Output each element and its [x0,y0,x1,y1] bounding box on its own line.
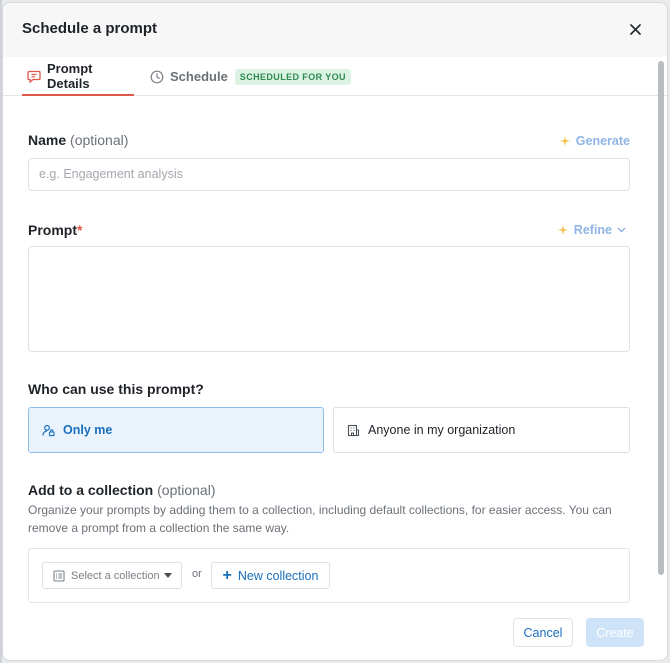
prompt-label: Prompt* [28,222,83,238]
dialog-title: Schedule a prompt [22,20,158,37]
scheduled-badge: SCHEDULED FOR YOU [234,68,351,85]
collection-panel: Select a collection or + New collection [28,548,630,603]
collection-title: Add to a collection (optional) [28,482,216,498]
close-button[interactable] [625,19,645,39]
plus-icon: + [222,566,232,584]
collection-help-text: Organize your prompts by adding them to … [28,503,612,535]
dialog-header: Schedule a prompt [3,3,667,57]
sparkle-icon [557,224,569,236]
prompt-textarea[interactable] [28,246,630,352]
user-lock-icon [42,424,55,437]
scrollbar-thumb[interactable] [658,61,664,575]
option-only-me[interactable]: Only me [28,407,324,453]
create-button[interactable]: Create [586,618,644,647]
option-label: Anyone in my organization [368,423,516,437]
cancel-button[interactable]: Cancel [513,618,573,647]
or-separator: or [192,568,202,580]
chat-icon [27,69,41,83]
collection-select-placeholder: Select a collection [71,569,160,582]
schedule-prompt-dialog: Schedule a prompt Prompt Details Schedul… [2,2,668,661]
generate-button[interactable]: Generate [559,134,630,148]
visibility-title: Who can use this prompt? [28,381,204,397]
name-label: Name (optional) [28,132,129,148]
close-icon [629,23,641,35]
collection-select[interactable]: Select a collection [42,562,182,589]
name-input-placeholder: e.g. Engagement analysis [39,167,183,181]
option-label: Only me [63,423,113,437]
option-organization[interactable]: Anyone in my organization [333,407,630,453]
caret-down-icon [164,573,172,578]
tab-label: Prompt Details [47,60,93,91]
tab-schedule[interactable]: Schedule SCHEDULED FOR YOU [150,57,351,96]
chevron-down-icon [617,227,626,233]
list-icon [53,569,65,582]
tab-label: Schedule [170,69,228,84]
new-collection-button[interactable]: + New collection [211,562,330,589]
name-input[interactable]: e.g. Engagement analysis [28,158,630,191]
building-icon [347,424,360,437]
tab-prompt-details[interactable]: Prompt Details [22,57,134,96]
clock-icon [150,70,164,84]
tab-bar: Prompt Details Schedule SCHEDULED FOR YO… [3,57,667,96]
refine-button[interactable]: Refine [557,223,626,237]
sparkle-icon [559,135,571,147]
new-collection-label: New collection [237,568,319,583]
